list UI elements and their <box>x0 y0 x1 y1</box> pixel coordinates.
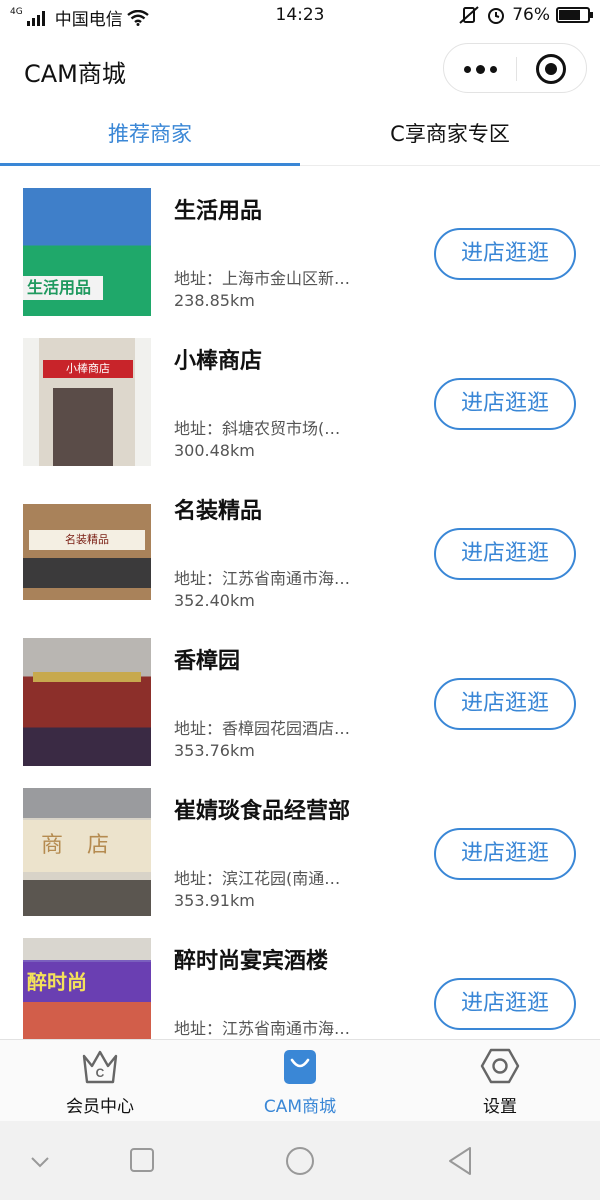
bottom-tab-bar: C 会员中心 CAM商城 设置 <box>0 1039 600 1121</box>
enter-store-button[interactable]: 进店逛逛 <box>434 228 576 280</box>
store-thumbnail[interactable] <box>23 638 151 766</box>
tabbar-label: 设置 <box>483 1097 517 1117</box>
enter-store-button[interactable]: 进店逛逛 <box>434 378 576 430</box>
store-name: 小棒商店 <box>174 349 263 374</box>
list-item[interactable]: 生活用品 生活用品 地址：上海市金山区新… 238.85km 进店逛逛 <box>0 167 600 317</box>
tabbar-item-member-center[interactable]: C 会员中心 <box>0 1040 200 1122</box>
list-item[interactable]: 香樟园 地址：香樟园花园酒店… 353.76km 进店逛逛 <box>0 617 600 767</box>
enter-store-button[interactable]: 进店逛逛 <box>434 528 576 580</box>
thumbnail-sign: 商店 <box>23 820 151 872</box>
store-name: 醉时尚宴宾酒楼 <box>174 949 329 974</box>
store-name: 香樟园 <box>174 649 241 674</box>
enter-store-button[interactable]: 进店逛逛 <box>434 978 576 1030</box>
crown-c-icon: C <box>82 1050 118 1084</box>
store-distance: 352.40km <box>174 591 255 610</box>
system-navigation-bar <box>0 1121 600 1200</box>
store-list[interactable]: 生活用品 生活用品 地址：上海市金山区新… 238.85km 进店逛逛 小棒商店… <box>0 167 600 1039</box>
tabbar-label: 会员中心 <box>66 1097 134 1117</box>
capsule-divider <box>516 57 517 81</box>
store-distance: 300.48km <box>174 441 255 460</box>
store-distance: 353.76km <box>174 741 255 760</box>
category-tabs: 推荐商家 C享商家专区 <box>0 104 600 166</box>
page-title: CAM商城 <box>24 60 126 88</box>
status-right: 76% <box>458 5 593 25</box>
store-address: 地址：滨江花园(南通… <box>174 869 341 888</box>
svg-text:C: C <box>96 1066 105 1080</box>
store-thumbnail[interactable]: 商店 <box>23 788 151 916</box>
tab-recommended[interactable]: 推荐商家 <box>0 104 300 166</box>
store-address: 地址：香樟园花园酒店… <box>174 719 351 738</box>
list-item[interactable]: 商店 崔婧琰食品经营部 地址：滨江花园(南通… 353.91km 进店逛逛 <box>0 767 600 917</box>
store-distance: 353.91km <box>174 891 255 910</box>
thumbnail-sign: 生活用品 <box>23 276 103 300</box>
active-tab-indicator <box>0 163 300 166</box>
enter-store-button[interactable]: 进店逛逛 <box>434 678 576 730</box>
thumbnail-sign: 名装精品 <box>29 530 145 550</box>
battery-level <box>559 10 580 20</box>
thumbnail-sign: 小棒商店 <box>43 360 133 378</box>
home-icon[interactable] <box>280 1143 320 1179</box>
tabbar-item-cam-mall[interactable]: CAM商城 <box>200 1040 400 1122</box>
miniprogram-capsule <box>443 43 587 93</box>
list-item[interactable]: 名装精品 名装精品 地址：江苏省南通市海… 352.40km 进店逛逛 <box>0 467 600 617</box>
store-name: 生活用品 <box>174 199 263 224</box>
store-address: 地址：上海市金山区新… <box>174 269 351 288</box>
tabbar-item-settings[interactable]: 设置 <box>400 1040 600 1122</box>
more-icon[interactable] <box>444 44 516 94</box>
recent-apps-icon[interactable] <box>122 1143 162 1179</box>
tabbar-label: CAM商城 <box>263 1097 337 1117</box>
store-thumbnail[interactable]: 生活用品 <box>23 188 151 316</box>
store-distance: 238.85km <box>174 291 255 310</box>
battery-icon <box>556 7 593 23</box>
store-address: 地址：江苏省南通市海… <box>174 569 351 588</box>
store-thumbnail[interactable]: 醉时尚 <box>23 938 151 1039</box>
header: CAM商城 <box>0 34 600 104</box>
store-address: 地址：斜塘农贸市场(… <box>174 419 341 438</box>
shopping-bag-icon <box>284 1050 316 1084</box>
store-thumbnail[interactable]: 小棒商店 <box>23 338 151 466</box>
store-address: 地址：江苏省南通市海… <box>174 1019 351 1038</box>
status-bar: 4G 中国电信 14:23 76% <box>0 0 600 34</box>
list-item[interactable]: 醉时尚 醉时尚宴宾酒楼 地址：江苏省南通市海… 进店逛逛 <box>0 917 600 1039</box>
alarm-icon <box>488 8 505 24</box>
store-name: 崔婧琰食品经营部 <box>174 799 351 824</box>
battery-percent: 76% <box>512 5 550 25</box>
vibrate-icon <box>459 6 479 24</box>
store-thumbnail[interactable]: 名装精品 <box>23 488 151 616</box>
list-item[interactable]: 小棒商店 小棒商店 地址：斜塘农贸市场(… 300.48km 进店逛逛 <box>0 317 600 467</box>
thumbnail-sign: 醉时尚 <box>23 962 151 1002</box>
store-name: 名装精品 <box>174 499 263 524</box>
back-icon[interactable] <box>440 1143 480 1179</box>
enter-store-button[interactable]: 进店逛逛 <box>434 828 576 880</box>
close-miniprogram-icon[interactable] <box>536 54 566 84</box>
tab-c-share-zone[interactable]: C享商家专区 <box>300 104 600 166</box>
hexagon-settings-icon <box>480 1048 520 1084</box>
down-chevron-icon[interactable] <box>20 1143 60 1179</box>
